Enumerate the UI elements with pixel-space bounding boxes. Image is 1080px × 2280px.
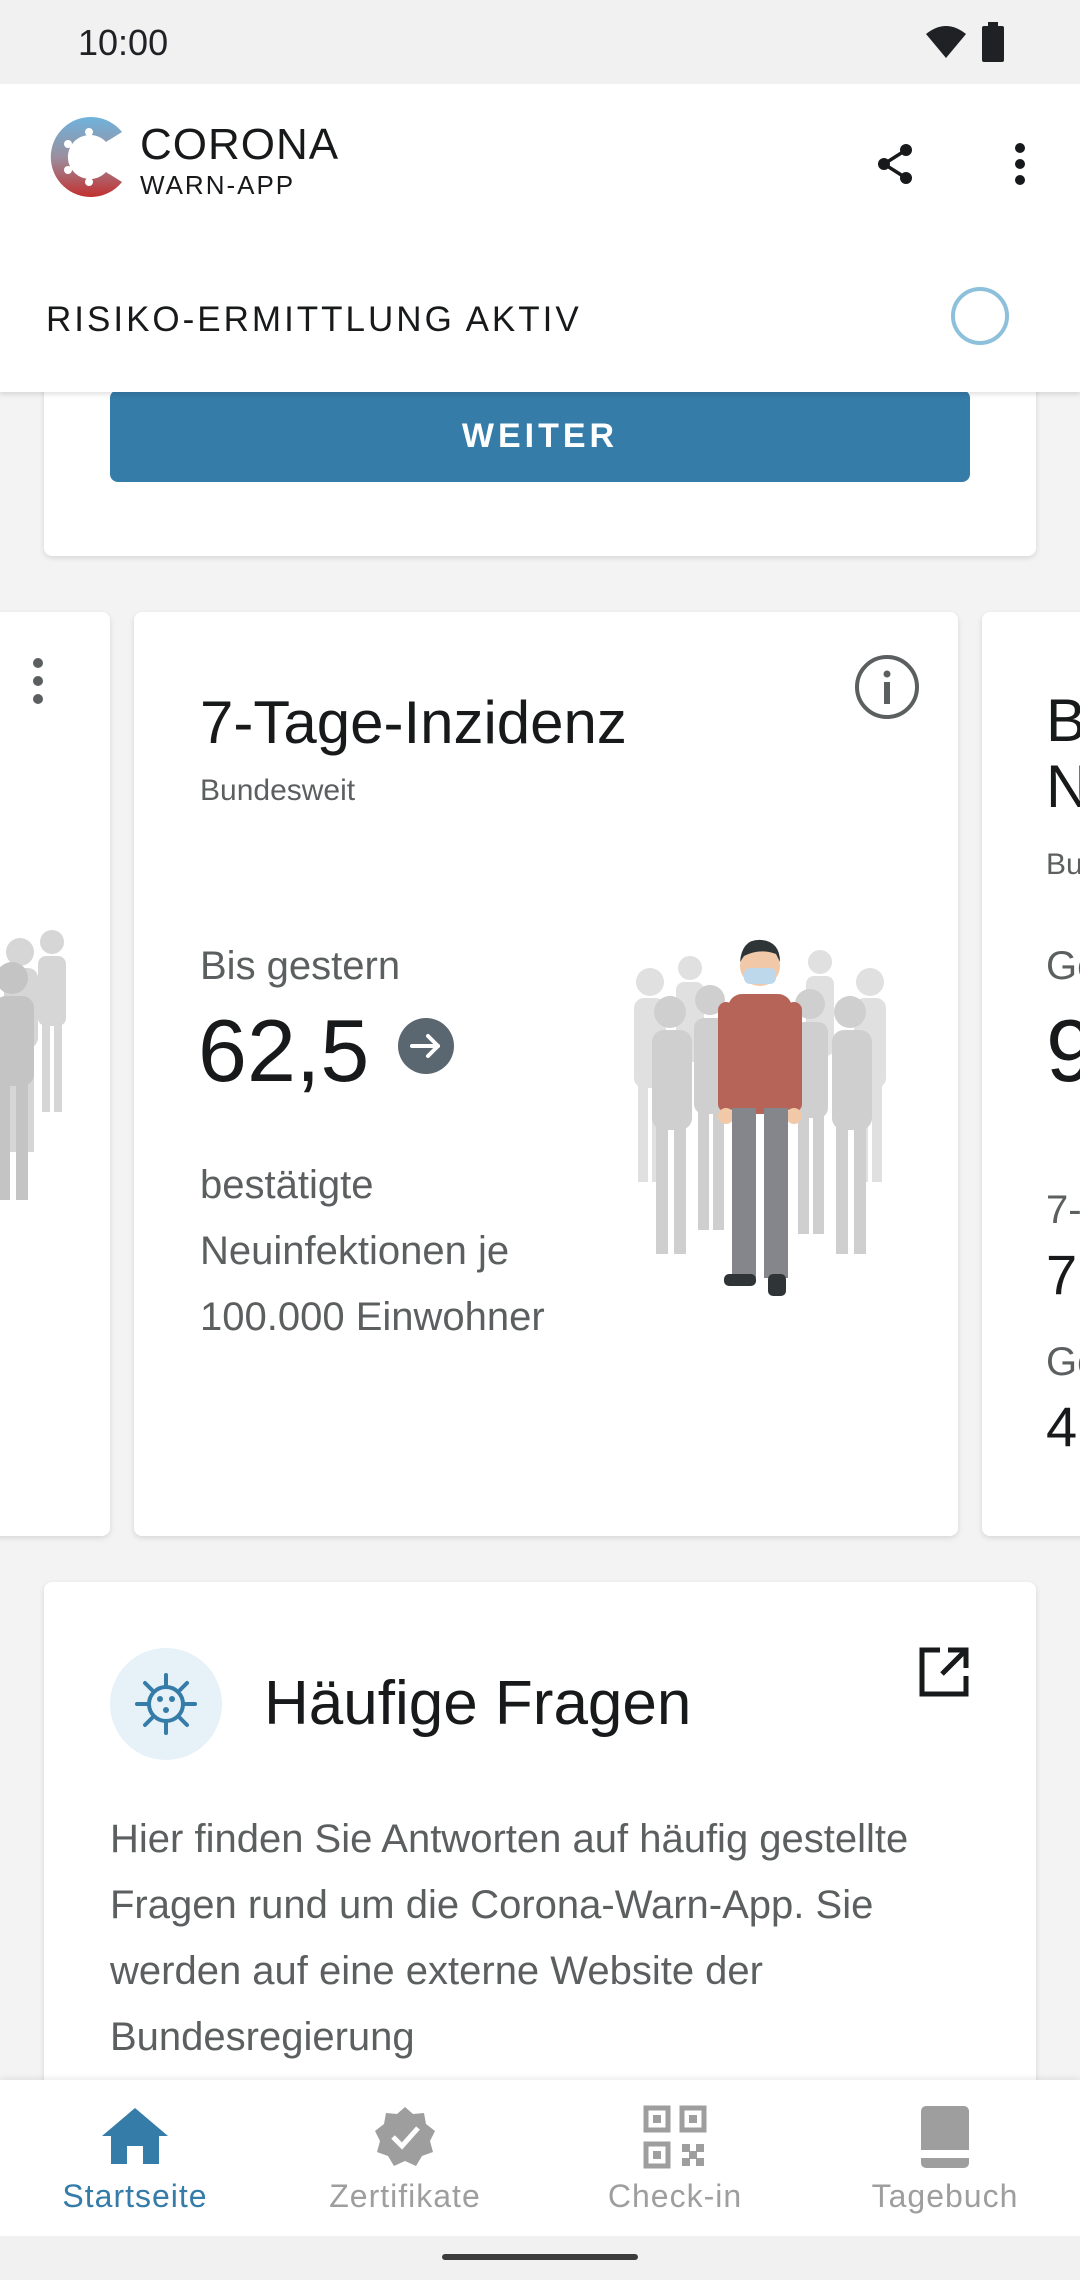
nav-item-startseite[interactable]: Startseite [0,2080,270,2236]
more-vert-icon [1015,143,1025,185]
next-card-subtitle: Bu [1046,848,1080,881]
incidence-card[interactable]: 7-Tage-Inzidenz Bundesweit Bis gestern 6… [134,612,958,1536]
overflow-menu-button[interactable] [990,134,1050,194]
next-card-tertiary-value: 4 [1046,1395,1078,1458]
wifi-icon [924,24,968,65]
statistics-card-next[interactable]: B N Bu Ge 9 7- 7 Ge 4 [982,612,1080,1536]
risk-determination-bar[interactable]: RISIKO-ERMITTLUNG AKTIV [0,260,1080,392]
incidence-value: 62,5 [198,1001,370,1100]
faq-card[interactable]: Häufige Fragen Hier finden Sie Antworten… [44,1582,1036,2080]
home-icon [102,2108,168,2164]
statistics-card-previous[interactable] [0,612,110,1536]
incidence-subtitle: Bundesweit [200,774,356,807]
incidence-period: Bis gestern [200,944,401,988]
status-time: 10:00 [78,22,169,63]
nav-item-zertifikate[interactable]: Zertifikate [270,2080,540,2236]
incidence-title: 7-Tage-Inzidenz [200,689,627,756]
more-vert-icon[interactable] [30,656,46,706]
next-card-period: Ge [1046,944,1080,988]
nav-item-check-in[interactable]: Check-in [540,2080,810,2236]
gesture-navigation-bar [0,2236,1080,2280]
weiter-button[interactable]: WEITER [110,392,970,482]
next-card-tertiary-label: Ge [1046,1340,1080,1384]
qr-code-icon [643,2105,707,2169]
share-icon [878,144,912,184]
incidence-description: bestätigte Neuinfektionen je 100.000 Ein… [200,1163,545,1339]
nav-label-startseite: Startseite [62,2178,208,2214]
home-content[interactable]: WEITER 7-Tage-Inzidenz Bundesweit Bis ge… [0,392,1080,2080]
nav-label-tagebuch: Tagebuch [871,2178,1019,2214]
risk-status-label: RISIKO-ERMITTLUNG AKTIV [46,300,582,339]
next-card-value: 9 [1046,1001,1080,1100]
corona-warn-app-logo [42,110,136,204]
masked-person-illustration [634,939,886,1296]
next-card-secondary-value: 7 [1046,1243,1078,1306]
next-card-title-line2: N [1046,753,1080,820]
nav-item-tagebuch[interactable]: Tagebuch [810,2080,1080,2236]
loading-spinner-icon [951,287,1009,345]
certificate-icon [375,2107,435,2166]
virus-icon [135,1673,197,1735]
app-bar: CORONA WARN-APP [0,84,1080,260]
share-button[interactable] [866,134,926,194]
gesture-pill[interactable] [442,2254,638,2260]
crowd-illustration [0,930,66,1200]
status-bar: 10:00 [0,0,1080,84]
open-in-new-icon[interactable] [916,1644,972,1700]
faq-title: Häufige Fragen [264,1669,692,1738]
app-title: CORONA [140,120,340,169]
battery-icon [980,22,1006,67]
faq-description: Hier finden Sie Antworten auf häufig ges… [110,1817,909,2059]
trend-arrow-right-icon [398,1018,454,1074]
risk-card: WEITER [44,392,1036,556]
info-icon[interactable] [852,652,922,722]
bottom-navigation: Startseite Zertifikate Check-in Tagebuch [0,2080,1080,2236]
next-card-title-line1: B [1046,687,1080,754]
nav-label-check-in: Check-in [607,2178,743,2214]
app-subtitle: WARN-APP [140,170,296,200]
next-card-secondary-label: 7- [1046,1188,1080,1232]
book-icon [921,2106,969,2168]
faq-icon-badge [110,1648,222,1760]
nav-label-zertifikate: Zertifikate [329,2178,481,2214]
